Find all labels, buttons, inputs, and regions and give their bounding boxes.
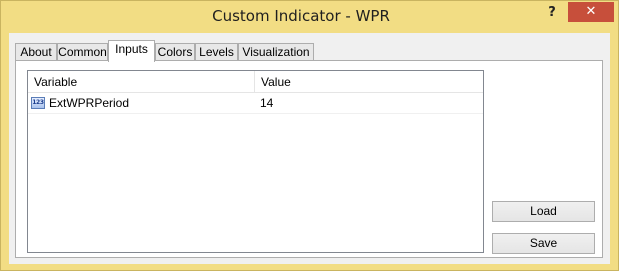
dialog-client-area: About Common Inputs Colors Levels Visual… [9,33,610,264]
help-button[interactable]: ? [539,4,565,24]
load-button[interactable]: Load [492,201,595,222]
title-bar[interactable]: Custom Indicator - WPR ? ✕ [1,1,618,33]
tab-about[interactable]: About [15,43,57,61]
tab-common[interactable]: Common [57,43,108,61]
close-button[interactable]: ✕ [568,2,614,22]
save-button[interactable]: Save [492,233,595,254]
close-icon[interactable]: ✕ [586,4,597,19]
column-divider[interactable] [254,71,255,92]
inputs-table[interactable]: Variable Value 123 ExtWPRPeriod 14 [27,70,484,253]
value-cell[interactable]: 14 [260,94,273,113]
inputs-panel: Variable Value 123 ExtWPRPeriod 14 Load … [15,60,603,258]
window-title: Custom Indicator - WPR [212,7,390,25]
dialog-window: Custom Indicator - WPR ? ✕ About Common … [0,0,619,271]
table-header: Variable Value [28,71,483,93]
tab-levels[interactable]: Levels [195,43,238,61]
tab-colors[interactable]: Colors [155,43,195,61]
column-header-value[interactable]: Value [261,71,291,92]
table-row[interactable]: 123 ExtWPRPeriod 14 [28,94,483,114]
column-header-variable[interactable]: Variable [34,71,77,92]
tab-inputs[interactable]: Inputs [108,40,155,62]
row-divider [28,113,483,114]
tab-visualization[interactable]: Visualization [238,43,314,61]
integer-icon: 123 [31,97,45,109]
variable-cell: ExtWPRPeriod [49,96,130,110]
